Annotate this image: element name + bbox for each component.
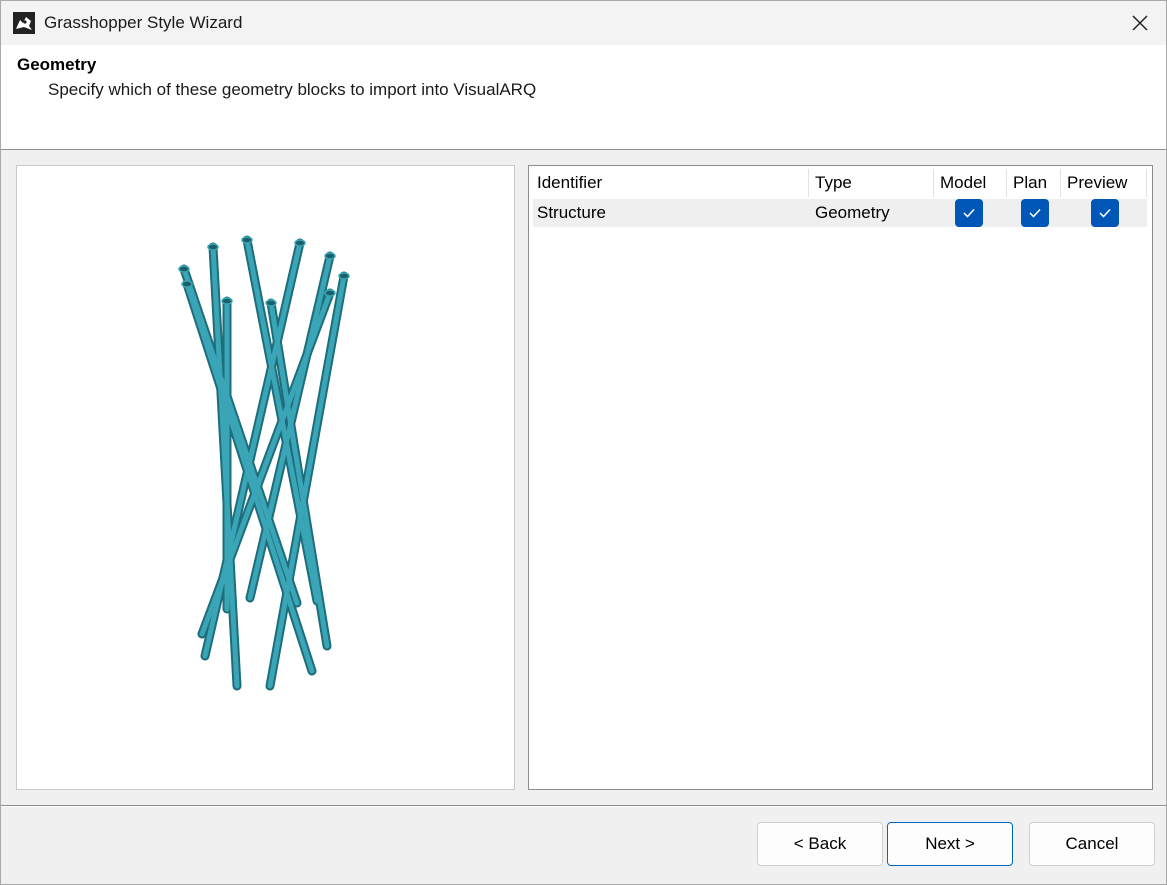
close-button[interactable] — [1114, 1, 1166, 45]
geometry-preview[interactable] — [16, 165, 515, 790]
column-model[interactable]: Model — [936, 169, 1007, 197]
page-title: Geometry — [17, 55, 97, 74]
grid-header: Identifier Type Model Plan Preview — [533, 169, 1147, 197]
page-subtitle: Specify which of these geometry blocks t… — [48, 80, 537, 99]
row-type: Geometry — [815, 203, 890, 222]
column-preview[interactable]: Preview — [1063, 169, 1147, 197]
geometry-blocks-grid[interactable]: Identifier Type Model Plan Preview Struc… — [528, 165, 1153, 790]
plan-checkbox[interactable] — [1021, 199, 1049, 227]
preview-checkbox[interactable] — [1091, 199, 1119, 227]
wizard-window: Grasshopper Style Wizard Geometry Specif… — [0, 0, 1167, 885]
checkmark-icon — [1099, 208, 1111, 218]
model-checkbox[interactable] — [955, 199, 983, 227]
back-button[interactable]: < Back — [757, 822, 883, 866]
next-button[interactable]: Next > — [887, 822, 1013, 866]
cancel-button[interactable]: Cancel — [1029, 822, 1155, 866]
window-title: Grasshopper Style Wizard — [44, 13, 243, 32]
row-identifier: Structure — [537, 203, 606, 222]
wizard-header: Geometry Specify which of these geometry… — [1, 45, 1166, 150]
column-plan[interactable]: Plan — [1009, 169, 1061, 197]
close-icon — [1132, 15, 1148, 31]
column-type[interactable]: Type — [811, 169, 934, 197]
checkmark-icon — [1029, 208, 1041, 218]
rhino-app-icon — [13, 12, 35, 34]
checkmark-icon — [963, 208, 975, 218]
footer-divider-highlight — [1, 806, 1166, 807]
tube-structure-preview — [178, 235, 350, 691]
column-identifier[interactable]: Identifier — [533, 169, 809, 197]
table-row[interactable]: Structure Geometry — [533, 199, 1147, 227]
title-bar[interactable]: Grasshopper Style Wizard — [1, 1, 1166, 45]
